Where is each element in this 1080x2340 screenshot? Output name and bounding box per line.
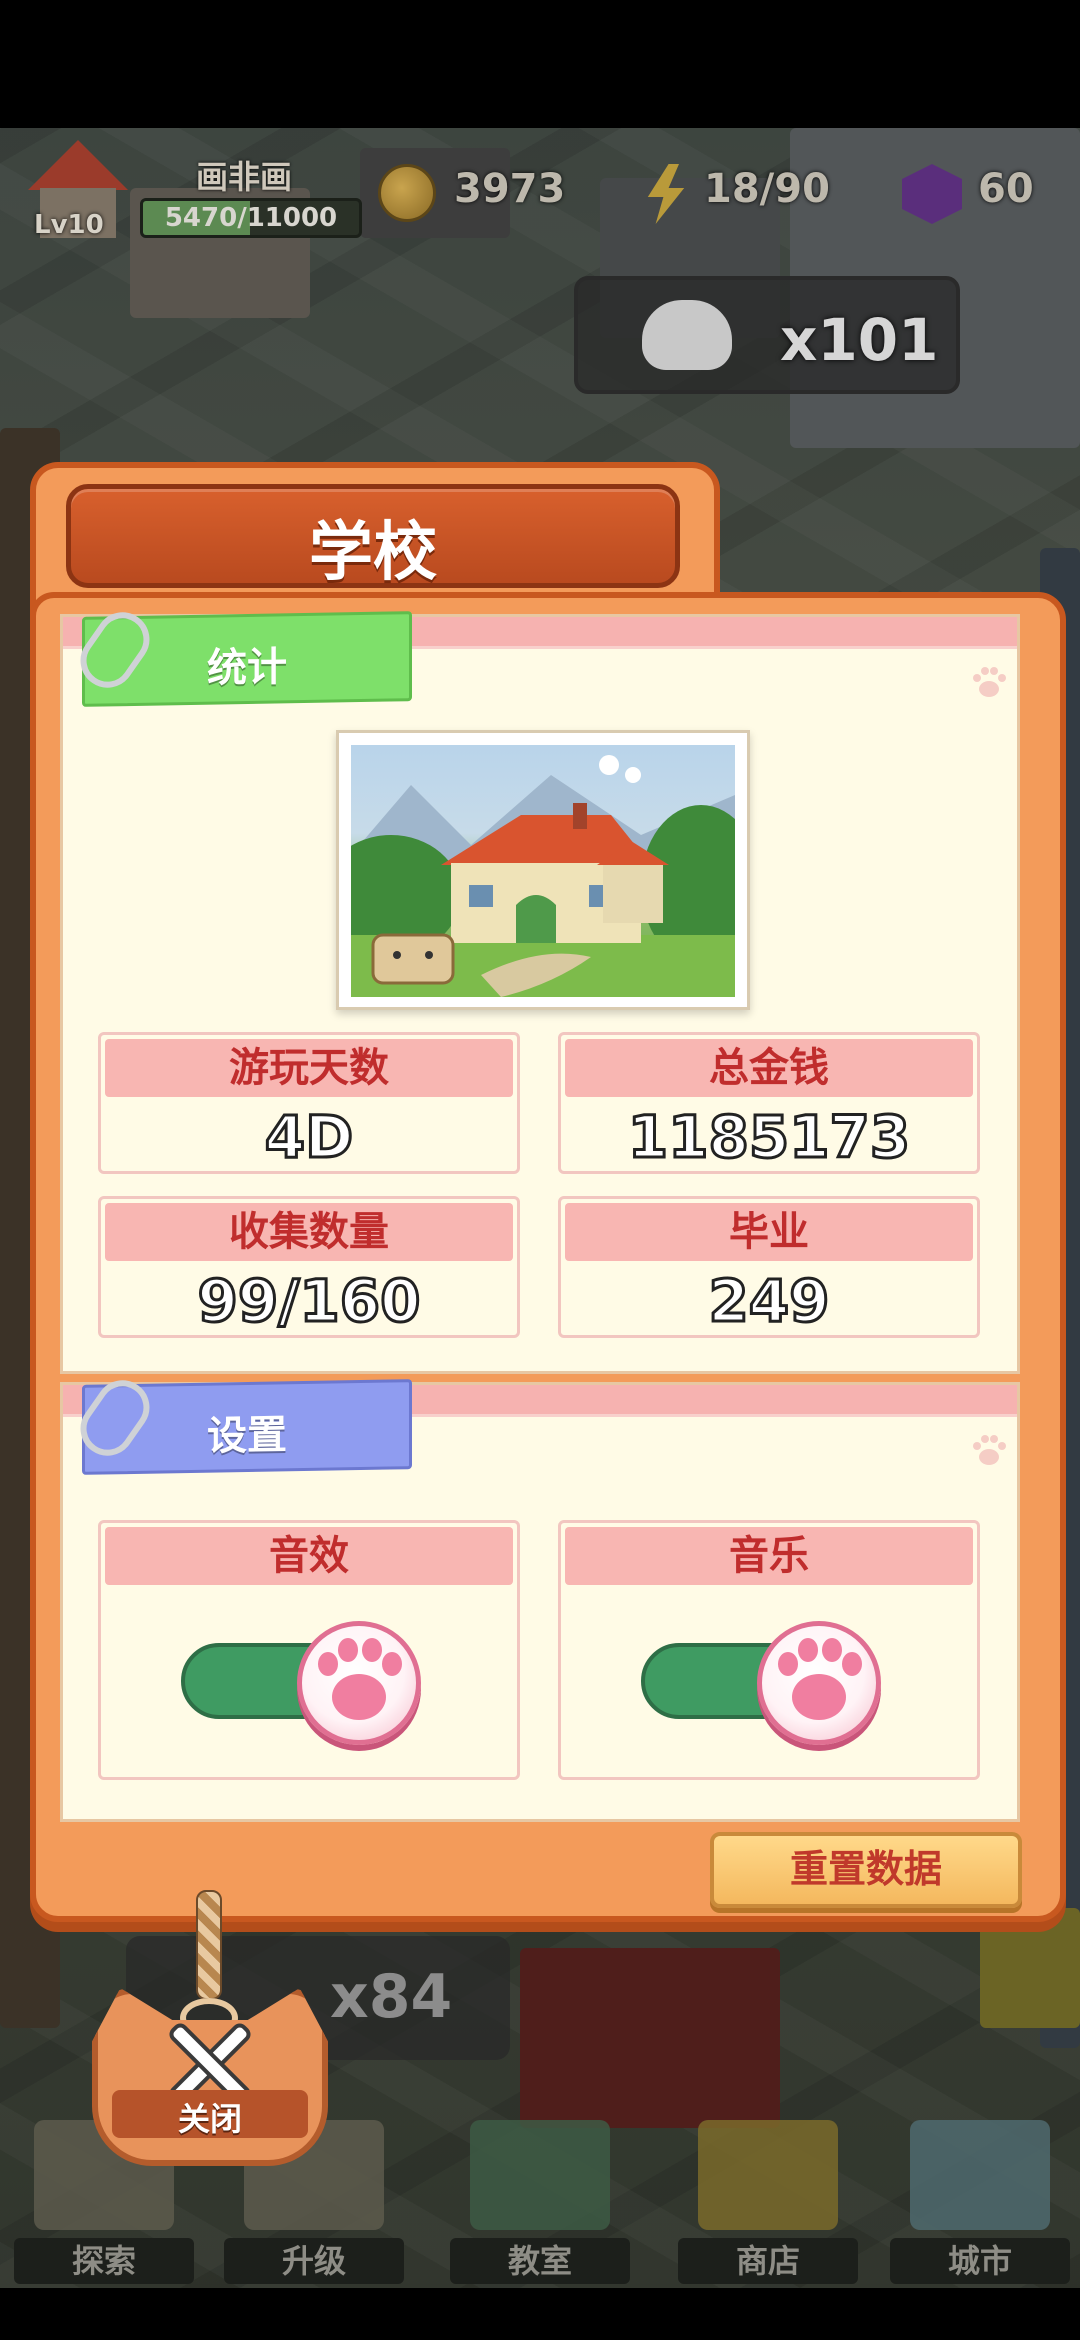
nav-label: 商店 (678, 2238, 858, 2284)
nav-label: 升级 (224, 2238, 404, 2284)
stat-value: 4D (263, 1102, 355, 1173)
cat-icon (642, 300, 732, 370)
nav-item-classroom[interactable]: 教室 (440, 2110, 640, 2290)
stat-label: 游玩天数 (105, 1039, 513, 1097)
dialog-title-plate: 学校 (66, 484, 680, 590)
stat-value: 99/160 (196, 1266, 422, 1337)
chalkboard-icon (470, 2120, 610, 2230)
secondary-count: x84 (330, 1962, 453, 2032)
energy-count: 18/90 (704, 166, 830, 212)
school-illustration (351, 745, 735, 997)
setting-label: 音效 (105, 1527, 513, 1585)
setting-label: 音乐 (565, 1527, 973, 1585)
stat-play-days: 游玩天数 4D (98, 1032, 520, 1174)
stat-value: 249 (707, 1266, 831, 1337)
coin-count: 3973 (454, 166, 566, 212)
nav-item-city[interactable]: 城市 (880, 2110, 1080, 2290)
stat-value: 1185173 (626, 1102, 912, 1173)
cat-count: x101 (780, 306, 939, 374)
stat-total-money: 总金钱 1185173 (558, 1032, 980, 1174)
city-icon (910, 2120, 1050, 2230)
gem-count: 60 (978, 166, 1034, 212)
nav-label: 教室 (450, 2238, 630, 2284)
paw-toggle-knob-icon[interactable] (757, 1621, 881, 1745)
stat-graduated: 毕业 249 (558, 1196, 980, 1338)
paw-toggle-knob-icon[interactable] (297, 1621, 421, 1745)
dialog-title: 学校 (309, 516, 437, 590)
stat-label: 收集数量 (105, 1203, 513, 1261)
dollar-icon (698, 2120, 838, 2230)
hanging-rope (196, 1890, 222, 2000)
stat-collection-count: 收集数量 99/160 (98, 1196, 520, 1338)
school-photo (336, 730, 750, 1010)
xp-text: 5470/11000 (164, 203, 338, 233)
reset-data-button[interactable]: 重置数据 (710, 1832, 1022, 1908)
music-setting: 音乐 (558, 1520, 980, 1780)
close-button-label[interactable]: 关闭 (112, 2094, 308, 2140)
player-name: 画非画 (196, 158, 293, 196)
nav-item-shop[interactable]: 商店 (668, 2110, 868, 2290)
stat-label: 毕业 (565, 1203, 973, 1261)
player-level: Lv10 (34, 210, 104, 240)
nav-label: 城市 (890, 2238, 1070, 2284)
sound-effects-setting: 音效 (98, 1520, 520, 1780)
nav-label: 探索 (14, 2238, 194, 2284)
xp-bar: 5470/11000 (140, 198, 362, 238)
stat-label: 总金钱 (565, 1039, 973, 1097)
coin-icon[interactable] (378, 164, 436, 222)
paw-icon (973, 1435, 1006, 1465)
paw-icon (973, 667, 1006, 697)
school-dialog: 学校 统计 游玩天数 4D 总金钱 1185173 收集数量 99/160 毕业… (30, 462, 1066, 1922)
